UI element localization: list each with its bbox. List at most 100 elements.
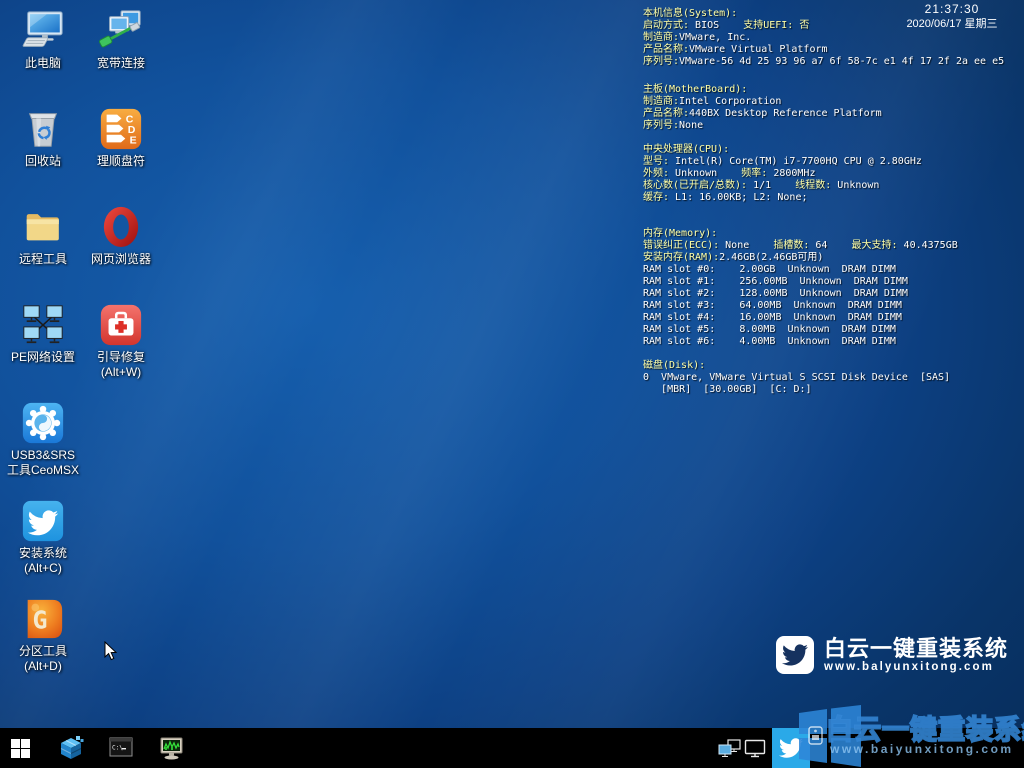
svg-text:C:\: C:\: [112, 745, 123, 752]
start-button[interactable]: [0, 728, 40, 768]
system-info-segment: 2.46GB(2.46GB可用): [719, 252, 823, 263]
system-info-segment: 缓存:: [643, 192, 675, 203]
icon-label: 安装系统(Alt+C): [19, 546, 67, 576]
system-info-segment: 主板(MotherBoard):: [643, 84, 747, 95]
system-info-line: 内存(Memory):: [643, 228, 1021, 240]
icon-label-line: (Alt+C): [19, 561, 67, 576]
desktop-icon-remote-tools[interactable]: 远程工具: [4, 202, 82, 300]
system-info-segment: [MBR] [30.00GB] [C: D:]: [643, 384, 812, 395]
brand-text: 白云一键重装系统 www.balyunxitong.com: [824, 637, 1008, 674]
tray-network-icon[interactable]: [716, 728, 742, 768]
system-info-segment: RAM slot #3: 64.00MB Unknown DRAM DIMM: [643, 300, 902, 311]
system-info-section: 磁盘(Disk):0 VMware, VMware Virtual S SCSI…: [643, 360, 1021, 396]
system-info-line: 主板(MotherBoard):: [643, 84, 1021, 96]
icon-label-line: 安装系统: [19, 546, 67, 561]
system-info-line: RAM slot #5: 8.00MB Unknown DRAM DIMM: [643, 324, 1021, 336]
taskbar-icon-command-prompt[interactable]: C:\: [108, 728, 134, 768]
icon-label: PE网络设置: [11, 350, 75, 365]
desktop-icon-usb3-srs[interactable]: USB3&SRS工具CeoMSX: [4, 398, 82, 496]
icon-label-line: 理顺盘符: [97, 154, 145, 169]
desktop-icon-web-browser[interactable]: 网页浏览器: [82, 202, 160, 300]
system-info-segment: 1/1: [753, 180, 771, 191]
system-info-line: RAM slot #2: 128.00MB Unknown DRAM DIMM: [643, 288, 1021, 300]
system-info-line: 磁盘(Disk):: [643, 360, 1021, 372]
icon-label-line: (Alt+D): [19, 659, 67, 674]
icon-label-line: 分区工具: [19, 644, 67, 659]
taskbar: C:\: [0, 728, 1024, 768]
icon-art: [98, 8, 144, 54]
system-info-segment: 产品名称:: [643, 108, 689, 119]
system-info-section: 中央处理器(CPU):型号: Intel(R) Core(TM) i7-7700…: [643, 144, 1021, 204]
icon-label-line: 远程工具: [19, 252, 67, 267]
system-info-segment: 制造商:: [643, 96, 679, 107]
system-info-segment: 错误纠正(ECC):: [643, 240, 725, 251]
system-info-segment: VMware-56 4d 25 93 96 a7 6f 58-7c e1 4f …: [679, 56, 1004, 67]
icon-art: [20, 302, 66, 348]
system-info-segment: 本机信息(System):: [643, 8, 737, 19]
svg-text:G: G: [32, 606, 47, 635]
system-info-segment: RAM slot #2: 128.00MB Unknown DRAM DIMM: [643, 288, 908, 299]
icon-label: 远程工具: [19, 252, 67, 267]
system-info-line: 产品名称:440BX Desktop Reference Platform: [643, 108, 1021, 120]
system-info-panel: 本机信息(System):启动方式: BIOS 支持UEFI: 否制造商:VMw…: [643, 8, 1021, 408]
system-info-line: 核心数(已开启/总数): 1/1 线程数: Unknown: [643, 180, 1021, 192]
system-info-line: 错误纠正(ECC): None 插槽数: 64 最大支持: 40.4375GB: [643, 240, 1021, 252]
desktop-icon-pe-network[interactable]: PE网络设置: [4, 300, 82, 398]
taskbar-icon-registry-tool[interactable]: [58, 728, 84, 768]
system-info-line: 序列号:None: [643, 120, 1021, 132]
icon-art: [98, 302, 144, 348]
icon-label-line: 引导修复: [97, 350, 145, 365]
system-info-segment: BIOS: [695, 20, 719, 31]
system-info-segment: 40.4375GB: [904, 240, 958, 251]
system-info-segment: 2800MHz: [773, 168, 815, 179]
system-info-segment: 频率:: [717, 168, 773, 179]
system-info-segment: VMware Virtual Platform: [689, 44, 827, 55]
icon-label: 分区工具(Alt+D): [19, 644, 67, 674]
tray-clock[interactable]: 21:37:30 2020/06/17 星期三: [896, 2, 1008, 31]
icon-label-line: 此电脑: [25, 56, 61, 71]
system-info-segment: 支持UEFI: 否: [719, 20, 809, 31]
system-info-line: 安装内存(RAM):2.46GB(2.46GB可用): [643, 252, 1021, 264]
system-info-line: 缓存: L1: 16.00KB; L2: None;: [643, 192, 1021, 204]
icon-art: [20, 8, 66, 54]
icon-label-line: (Alt+W): [97, 365, 145, 380]
tray-clock-area: [810, 728, 1024, 768]
icon-art: [20, 498, 66, 544]
system-info-segment: RAM slot #4: 16.00MB Unknown DRAM DIMM: [643, 312, 902, 323]
system-info-segment: 磁盘(Disk):: [643, 360, 705, 371]
system-info-segment: 最大支持:: [827, 240, 903, 251]
desktop-icon-boot-repair[interactable]: 引导修复(Alt+W): [82, 300, 160, 398]
system-info-segment: L1: 16.00KB; L2: None;: [675, 192, 807, 203]
system-info-line: RAM slot #6: 4.00MB Unknown DRAM DIMM: [643, 336, 1021, 348]
system-info-segment: 产品名称:: [643, 44, 689, 55]
system-info-line: 制造商:Intel Corporation: [643, 96, 1021, 108]
system-info-segment: 核心数(已开启/总数):: [643, 180, 753, 191]
tray-twitter-button[interactable]: [772, 728, 810, 768]
system-info-segment: 序列号:: [643, 56, 679, 67]
icon-label-line: 宽带连接: [97, 56, 145, 71]
icon-label: 引导修复(Alt+W): [97, 350, 145, 380]
desktop-icon-partition-tool[interactable]: G 分区工具(Alt+D): [4, 594, 82, 692]
system-info-segment: VMware, Inc.: [679, 32, 751, 43]
icon-label: USB3&SRS工具CeoMSX: [7, 448, 79, 478]
system-info-segment: 64: [815, 240, 827, 251]
tray-display-icon[interactable]: [742, 728, 768, 768]
desktop-icon-broadband[interactable]: 宽带连接: [82, 6, 160, 104]
system-info-line: 序列号:VMware-56 4d 25 93 96 a7 6f 58-7c e1…: [643, 56, 1021, 68]
system-info-segment: 启动方式:: [643, 20, 695, 31]
system-info-line: 中央处理器(CPU):: [643, 144, 1021, 156]
icon-label-line: USB3&SRS: [7, 448, 79, 463]
desktop-icon-this-pc[interactable]: 此电脑: [4, 6, 82, 104]
icon-label-line: PE网络设置: [11, 350, 75, 365]
desktop-icon-drive-letters[interactable]: C D E 理顺盘符: [82, 104, 160, 202]
system-info-segment: 线程数:: [771, 180, 837, 191]
desktop-icon-recycle-bin[interactable]: 回收站: [4, 104, 82, 202]
taskbar-icon-task-manager[interactable]: [158, 728, 184, 768]
system-info-segment: 440BX Desktop Reference Platform: [689, 108, 882, 119]
brand-title: 白云一键重装系统: [824, 637, 1008, 661]
icon-art: [20, 106, 66, 152]
system-info-segment: RAM slot #1: 256.00MB Unknown DRAM DIMM: [643, 276, 908, 287]
system-info-segment: 制造商:: [643, 32, 679, 43]
desktop-icon-install-system[interactable]: 安装系统(Alt+C): [4, 496, 82, 594]
system-info-line: 外频: Unknown 频率: 2800MHz: [643, 168, 1021, 180]
